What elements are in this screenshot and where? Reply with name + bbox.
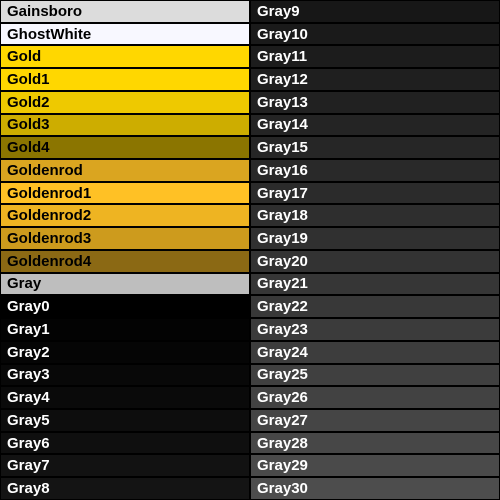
color-name-label: Gray6 (7, 435, 50, 452)
color-swatch: Gray6 (0, 432, 250, 455)
color-column-left: Gainsboro GhostWhite Gold Gold1 Gold2 Gold3 Go… (0, 0, 250, 500)
color-swatch: Gray23 (250, 318, 500, 341)
color-name-label: GhostWhite (7, 26, 91, 43)
color-name-label: Gray21 (257, 275, 308, 292)
color-swatch: Gray1 (0, 318, 250, 341)
color-name-label: Gold2 (7, 94, 50, 111)
color-name-label: Gray15 (257, 139, 308, 156)
color-swatch: Gray3 (0, 364, 250, 387)
color-name-label: Gray3 (7, 366, 50, 383)
color-swatch: Gray25 (250, 364, 500, 387)
color-swatch: Gray13 (250, 91, 500, 114)
color-swatch: Gray26 (250, 386, 500, 409)
color-name-label: Gray24 (257, 344, 308, 361)
color-swatch: Gray7 (0, 454, 250, 477)
color-swatch: Gray2 (0, 341, 250, 364)
color-swatch: Gray30 (250, 477, 500, 500)
color-swatch: Gray (0, 273, 250, 296)
color-name-label: Gray8 (7, 480, 50, 497)
color-swatch: Goldenrod1 (0, 182, 250, 205)
color-table: Gainsboro GhostWhite Gold Gold1 Gold2 Gold3 Go… (0, 0, 500, 500)
color-name-label: Gray1 (7, 321, 50, 338)
color-name-label: Gray10 (257, 26, 308, 43)
color-column-right: Gray9 Gray10 Gray11 Gray12 Gray13 Gray14 Gray1… (250, 0, 500, 500)
color-swatch: Gold4 (0, 136, 250, 159)
color-swatch: Gray29 (250, 454, 500, 477)
color-name-label: Gray11 (257, 48, 307, 65)
color-name-label: Gainsboro (7, 3, 82, 20)
color-name-label: Gray7 (7, 457, 50, 474)
color-swatch: Gray9 (250, 0, 500, 23)
color-swatch: Goldenrod4 (0, 250, 250, 273)
color-swatch: Gray8 (0, 477, 250, 500)
color-name-label: Goldenrod4 (7, 253, 91, 270)
color-swatch: GhostWhite (0, 23, 250, 46)
color-name-label: Goldenrod3 (7, 230, 91, 247)
color-name-label: Gray20 (257, 253, 308, 270)
color-swatch: Gray18 (250, 204, 500, 227)
color-swatch: Gray14 (250, 114, 500, 137)
color-swatch: Gray21 (250, 273, 500, 296)
color-swatch: Gray10 (250, 23, 500, 46)
color-swatch: Gray5 (0, 409, 250, 432)
color-name-label: Gold3 (7, 116, 50, 133)
color-name-label: Gray18 (257, 207, 308, 224)
color-name-label: Gray29 (257, 457, 308, 474)
color-swatch: Gold1 (0, 68, 250, 91)
color-swatch: Gray15 (250, 136, 500, 159)
color-name-label: Gray (7, 275, 41, 292)
color-swatch: Gray0 (0, 295, 250, 318)
color-name-label: Gray16 (257, 162, 308, 179)
color-name-label: Gray19 (257, 230, 308, 247)
color-name-label: Goldenrod (7, 162, 83, 179)
color-swatch: Gray4 (0, 386, 250, 409)
color-swatch: Goldenrod3 (0, 227, 250, 250)
color-swatch: Gray28 (250, 432, 500, 455)
color-name-label: Gray5 (7, 412, 50, 429)
color-name-label: Goldenrod2 (7, 207, 91, 224)
color-name-label: Gray0 (7, 298, 50, 315)
color-name-label: Gold1 (7, 71, 50, 88)
color-swatch: Goldenrod (0, 159, 250, 182)
color-name-label: Gray4 (7, 389, 50, 406)
color-name-label: Gray25 (257, 366, 308, 383)
color-swatch: Gray27 (250, 409, 500, 432)
color-swatch: Gold3 (0, 114, 250, 137)
color-name-label: Gold4 (7, 139, 50, 156)
color-swatch: Gray20 (250, 250, 500, 273)
color-name-label: Gray9 (257, 3, 300, 20)
color-name-label: Gray17 (257, 185, 308, 202)
color-name-label: Gray13 (257, 94, 308, 111)
color-name-label: Gray2 (7, 344, 50, 361)
color-swatch: Gray16 (250, 159, 500, 182)
color-name-label: Gold (7, 48, 41, 65)
color-swatch: Gray24 (250, 341, 500, 364)
color-name-label: Goldenrod1 (7, 185, 91, 202)
color-swatch: Gray22 (250, 295, 500, 318)
color-swatch: Gray19 (250, 227, 500, 250)
color-swatch: Gold2 (0, 91, 250, 114)
color-swatch: Goldenrod2 (0, 204, 250, 227)
color-swatch: Gray11 (250, 45, 500, 68)
color-swatch: Gray17 (250, 182, 500, 205)
color-name-label: Gray30 (257, 480, 308, 497)
color-name-label: Gray22 (257, 298, 308, 315)
color-swatch: Gray12 (250, 68, 500, 91)
color-name-label: Gray12 (257, 71, 308, 88)
color-swatch: Gainsboro (0, 0, 250, 23)
color-name-label: Gray14 (257, 116, 308, 133)
color-name-label: Gray27 (257, 412, 308, 429)
color-name-label: Gray26 (257, 389, 308, 406)
color-swatch: Gold (0, 45, 250, 68)
color-name-label: Gray23 (257, 321, 308, 338)
color-name-label: Gray28 (257, 435, 308, 452)
